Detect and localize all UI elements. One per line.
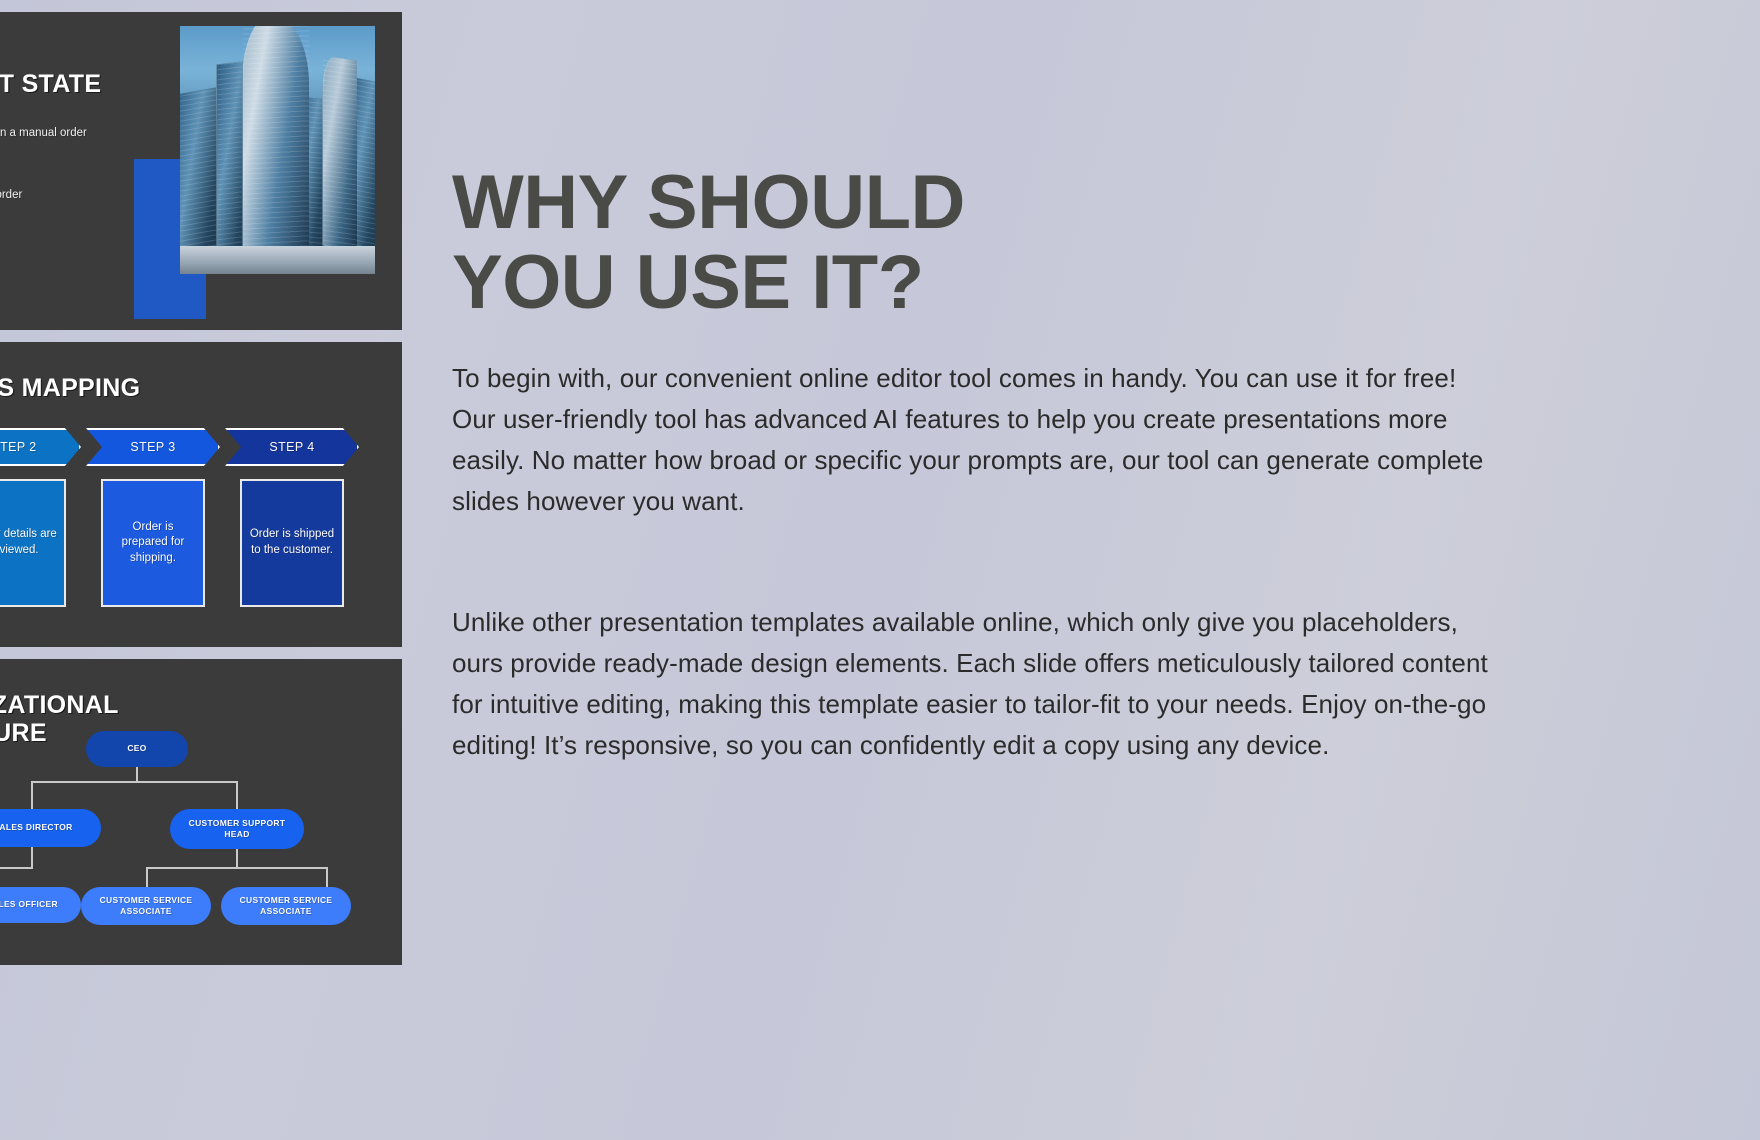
body-paragraph-2: Unlike other presentation templates avai… <box>452 607 1488 761</box>
org-node-customer-support-head: CUSTOMER SUPPORT HEAD <box>170 809 304 849</box>
step-chevron: STEP 2 <box>0 428 81 466</box>
org-node-customer-service-associate-1: CUSTOMER SERVICE ASSOCIATE <box>81 887 211 925</box>
main-content-pane: WHY SHOULD YOU USE IT? To begin with, ou… <box>452 0 1742 1140</box>
process-step-4: STEP 4 Order is shipped to the customer. <box>225 428 359 607</box>
process-step-3: STEP 3 Order is prepared for shipping. <box>86 428 220 607</box>
step-description-box: Order is prepared for shipping. <box>101 479 205 607</box>
step-chevron: STEP 3 <box>86 428 220 466</box>
slide-current-state-title: CURRENT STATE <box>0 70 102 98</box>
process-flow-diagram: STEP 1 Customer places an order. STEP 2 … <box>0 428 359 607</box>
step-description-box: Order details are reviewed. <box>0 479 66 607</box>
org-chart: CEO SALES DIRECTOR CUSTOMER SUPPORT HEAD… <box>0 721 402 961</box>
org-node-ceo: CEO <box>86 731 188 767</box>
slide-current-state[interactable]: CURRENT STATE The company relies on a ma… <box>0 12 402 330</box>
step-description-box: Order is shipped to the customer. <box>240 479 344 607</box>
slide-thumbnail-strip[interactable]: CURRENT STATE The company relies on a ma… <box>0 0 402 1140</box>
org-node-sales-officer: SALES OFFICER <box>0 887 81 923</box>
process-step-2: STEP 2 Order details are reviewed. <box>0 428 81 607</box>
step-chevron: STEP 4 <box>225 428 359 466</box>
org-node-customer-service-associate-2: CUSTOMER SERVICE ASSOCIATE <box>221 887 351 925</box>
body-paragraph-1: To begin with, our convenient online edi… <box>452 363 1484 517</box>
slide-process-mapping[interactable]: PROCESS MAPPING STEP 1 Customer places a… <box>0 342 402 647</box>
org-node-sales-director: SALES DIRECTOR <box>0 809 101 847</box>
page-title: WHY SHOULD YOU USE IT? <box>452 159 965 326</box>
slide-current-state-body-a: The company relies on a manual order <box>0 127 87 139</box>
slide-organizational-structure[interactable]: ORGANIZATIONAL STRUCTURE CEO SALES DIREC… <box>0 659 402 965</box>
skyscraper-photo <box>180 26 375 274</box>
slide-process-mapping-title: PROCESS MAPPING <box>0 374 141 402</box>
slide-current-state-body-b: Delayed order Occasional errors in order <box>0 188 23 201</box>
